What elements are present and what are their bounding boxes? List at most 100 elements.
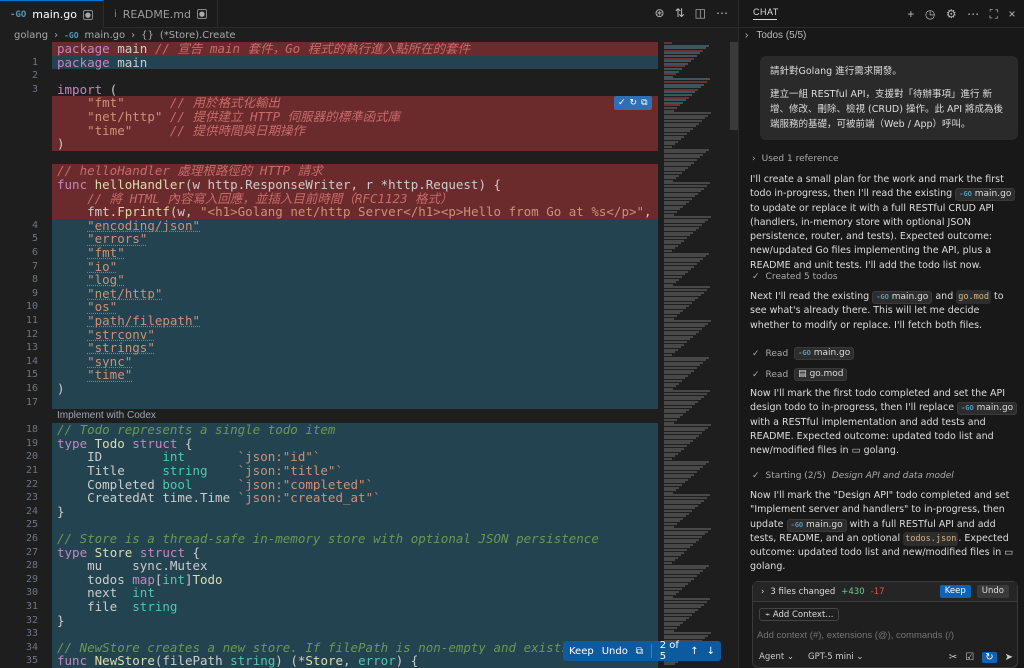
folder-icon: ▭	[851, 445, 861, 457]
chevron-right-icon: ›	[54, 29, 59, 41]
tab-main-go[interactable]: -GO main.go ●	[0, 0, 104, 28]
symbol-icon: {}	[141, 29, 154, 41]
line-number: 26	[25, 533, 38, 544]
line-number-gutter: 1 2 3 4 5 6 7 8 9 10 11 12 13 14 15 16 17 18 19 20 21 22 23 24 2…	[0, 42, 52, 668]
code-line: "fmt"	[52, 246, 658, 260]
starting-task: Design API and data model	[831, 471, 954, 481]
code-line: ID int `json:"id"`	[52, 450, 658, 464]
keep-button[interactable]: Keep	[569, 646, 594, 657]
folder-reference[interactable]: golang	[864, 445, 896, 456]
file-chip[interactable]: -GO main.go	[955, 188, 1016, 202]
line-number: 15	[25, 369, 38, 381]
todos-label: Todos (5/5)	[756, 29, 807, 41]
change-position: 2 of 5	[659, 640, 679, 662]
diff-review-bar: Keep Undo ⧉ 2 of 5 ↑ ↓	[563, 640, 721, 662]
folder-reference[interactable]: golang	[750, 561, 782, 572]
split-editor-icon[interactable]: ◫	[695, 6, 706, 20]
editor-pane: -GO main.go ● i README.md ● ⊛ ⇅ ◫ ⋯ gola…	[0, 0, 738, 668]
undo-button[interactable]: Undo	[602, 646, 628, 657]
more-icon[interactable]: ⋯	[967, 7, 980, 22]
line-number: 21	[25, 465, 38, 476]
editor-actions: ⊛ ⇅ ◫ ⋯	[655, 6, 728, 20]
refresh-icon[interactable]: ↻	[982, 651, 997, 663]
file-chip[interactable]: ▤ go.mod	[794, 368, 848, 381]
file-chip-label: main.go	[974, 189, 1012, 200]
todos-toggle[interactable]: › Todos (5/5)	[745, 28, 806, 42]
history-icon[interactable]: ◷	[925, 7, 936, 22]
close-icon[interactable]: ×	[1008, 7, 1016, 22]
file-chip-label: main.go	[806, 519, 843, 530]
file-chip-label: main.go	[891, 292, 929, 302]
chevron-right-icon[interactable]: ›	[761, 587, 764, 597]
more-icon[interactable]: ⋯	[716, 6, 728, 20]
minimap[interactable]	[660, 42, 726, 668]
copy-icon[interactable]: ⧉	[641, 98, 647, 108]
chevron-right-icon: ›	[131, 29, 136, 41]
read-step: ✓ Read -GO main.go	[752, 347, 855, 360]
file-chip[interactable]: -GO main.go	[957, 402, 1018, 416]
code-line: "os"	[52, 300, 658, 314]
accept-icon[interactable]: ✓	[618, 98, 626, 108]
breadcrumb-file[interactable]: main.go	[85, 30, 126, 41]
code-line: Title string `json:"title"`	[52, 464, 658, 478]
deleted-code-line: // 將 HTML 內容寫入回應，並插入目前時間（RFC1123 格式）	[52, 191, 658, 206]
read-step: ✓ Read ▤ go.mod	[752, 368, 848, 381]
inline-code: go.mod	[956, 290, 991, 305]
file-chip[interactable]: -GO main.go	[794, 347, 855, 360]
line-number: 33	[25, 628, 38, 640]
send-icon[interactable]: ➤	[1005, 652, 1013, 663]
file-chip[interactable]: -GO main.go	[872, 291, 933, 304]
line-number: 7	[31, 260, 38, 272]
open-diff-icon[interactable]: ⧉	[636, 646, 643, 657]
checklist-icon[interactable]: ☑	[965, 652, 974, 663]
breadcrumb-symbol[interactable]: (*Store).Create	[160, 30, 236, 41]
used-reference[interactable]: › Used 1 reference	[752, 154, 839, 164]
lines-removed: -17	[870, 586, 885, 597]
file-chip-label: main.go	[813, 348, 851, 358]
read-label: Read	[765, 369, 789, 380]
add-context-label: Add Context...	[772, 610, 834, 620]
go-file-icon: -GO	[961, 404, 974, 413]
keep-all-button[interactable]: Keep	[939, 585, 971, 598]
files-changed-label: 3 files changed	[770, 586, 836, 597]
chat-composer: › 3 files changed +430 -17 Keep Undo ⌁ A…	[752, 581, 1018, 668]
model-select[interactable]: GPT-5 mini ⌄	[808, 652, 864, 662]
undo-icon[interactable]: ↻	[630, 98, 638, 108]
chat-input[interactable]	[757, 628, 1007, 642]
code-area[interactable]: package main // 宣告 main 套件，Go 程式的執行進入點所在…	[52, 42, 658, 668]
arrow-up-icon[interactable]: ↑	[690, 646, 698, 657]
file-chip[interactable]: -GO main.go	[786, 518, 847, 532]
mode-select[interactable]: Agent ⌄	[759, 652, 794, 662]
breadcrumb: golang › -GO main.go › {} (*Store).Creat…	[0, 28, 738, 42]
code-line: "errors"	[52, 232, 658, 246]
msg-text: .	[782, 561, 786, 573]
line-number: 32	[25, 614, 38, 626]
tab-readme[interactable]: i README.md ●	[104, 0, 218, 28]
line-number: 8	[31, 274, 38, 286]
breadcrumb-folder[interactable]: golang	[14, 30, 48, 41]
modified-dot-icon[interactable]: ●	[196, 9, 207, 19]
scrollbar[interactable]	[730, 42, 738, 130]
gear-icon[interactable]: ⚙	[946, 7, 957, 22]
check-icon: ✓	[752, 272, 760, 282]
mode-label: Agent	[759, 652, 785, 662]
codex-label[interactable]: Implement with Codex	[52, 409, 658, 424]
modified-dot-icon[interactable]: ●	[82, 9, 93, 20]
chevron-right-icon: ›	[752, 154, 756, 164]
openai-icon[interactable]: ⊛	[655, 6, 665, 20]
tools-icon[interactable]: ✂	[949, 652, 957, 663]
arrow-down-icon[interactable]: ↓	[707, 646, 715, 657]
plus-icon[interactable]: +	[907, 7, 915, 22]
line-number: 14	[25, 355, 38, 367]
line-number: 22	[25, 478, 38, 490]
info-icon: i	[113, 8, 117, 20]
line-number: 11	[25, 315, 38, 326]
msg-text: .	[895, 445, 899, 457]
maximize-icon[interactable]: ⛶	[990, 7, 999, 22]
msg-text: and	[932, 291, 957, 302]
undo-all-button[interactable]: Undo	[976, 585, 1009, 598]
compare-icon[interactable]: ⇅	[675, 6, 685, 20]
check-icon: ✓	[752, 348, 760, 359]
add-context-button[interactable]: ⌁ Add Context...	[759, 608, 840, 621]
